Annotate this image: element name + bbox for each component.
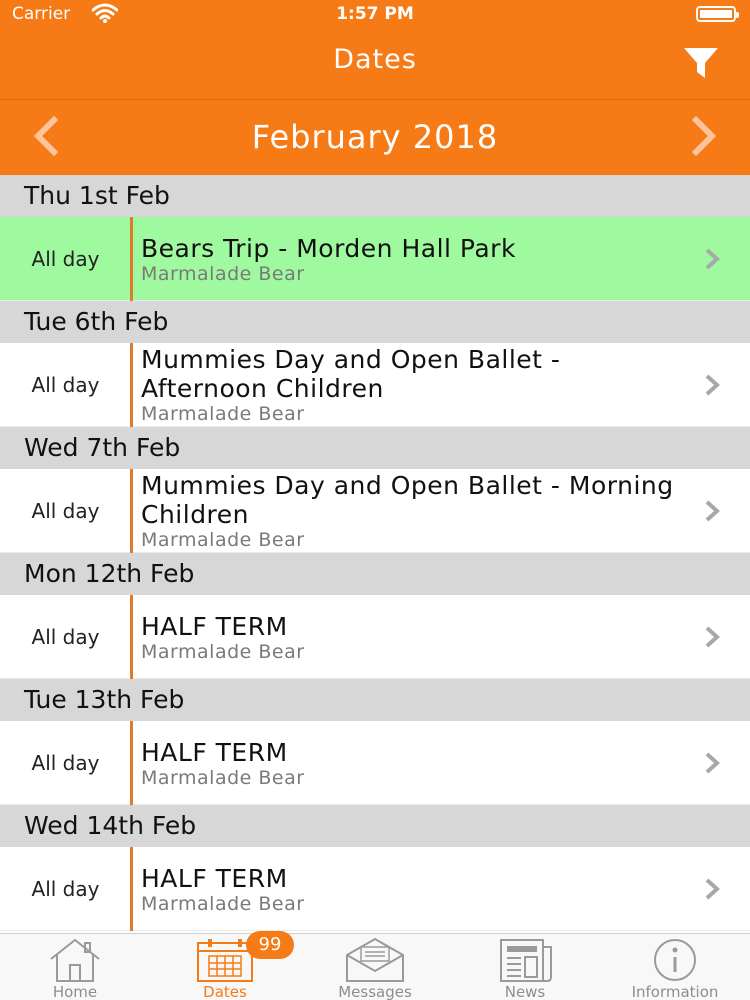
event-divider: [130, 595, 133, 679]
event-subtitle: Marmalade Bear: [141, 766, 305, 789]
newspaper-icon: [500, 939, 552, 982]
status-bar: Carrier 1:57 PM: [0, 0, 750, 28]
chevron-right-icon: [705, 500, 720, 522]
clock: 1:57 PM: [336, 4, 414, 24]
event-time: All day: [31, 247, 100, 271]
event-subtitle: Marmalade Bear: [141, 403, 305, 425]
event-time: All day: [31, 877, 100, 901]
envelope-icon: [346, 937, 404, 982]
event-row[interactable]: All day Mummies Day and Open Ballet - Mor…: [0, 469, 750, 553]
day-header: Tue 6th Feb: [0, 301, 750, 343]
event-divider: [130, 343, 133, 427]
event-time: All day: [31, 751, 100, 775]
event-divider: [130, 847, 133, 931]
day-header: Mon 12th Feb: [0, 553, 750, 595]
month-label: February 2018: [251, 118, 499, 156]
chevron-right-icon[interactable]: [682, 116, 722, 156]
home-icon: [50, 938, 100, 982]
event-divider: [130, 217, 133, 301]
event-subtitle: Marmalade Bear: [141, 262, 305, 285]
event-divider: [130, 469, 133, 553]
tab-label: Dates: [203, 983, 247, 1000]
page-title: Dates: [333, 44, 417, 75]
battery-icon: [696, 6, 739, 22]
event-title: Mummies Day and Open Ballet - Afternoon …: [141, 345, 561, 403]
tab-news[interactable]: News: [450, 934, 600, 1000]
event-body: HALF TERM Marmalade Bear: [141, 721, 690, 805]
event-subtitle: Marmalade Bear: [141, 529, 305, 551]
event-subtitle: Marmalade Bear: [141, 892, 305, 915]
event-time: All day: [31, 625, 100, 649]
event-title: Bears Trip - Morden Hall Park: [141, 233, 516, 263]
event-subtitle: Marmalade Bear: [141, 640, 305, 663]
chevron-right-icon: [705, 374, 720, 396]
event-row[interactable]: All day HALF TERM Marmalade Bear: [0, 721, 750, 805]
event-body: HALF TERM Marmalade Bear: [141, 595, 690, 679]
event-body: Bears Trip - Morden Hall Park Marmalade B…: [141, 217, 690, 301]
messages-badge: 99: [246, 931, 294, 959]
chevron-right-icon: [705, 248, 720, 270]
day-header: Tue 13th Feb: [0, 679, 750, 721]
chevron-right-icon: [705, 878, 720, 900]
filter-icon[interactable]: [682, 46, 720, 80]
tab-label: Information: [631, 983, 719, 1000]
navigation-bar: Dates: [0, 28, 750, 100]
event-divider: [130, 721, 133, 805]
event-title: HALF TERM: [141, 737, 288, 767]
event-body: Mummies Day and Open Ballet - Morning Ch…: [141, 469, 690, 553]
tab-home[interactable]: Home: [0, 934, 150, 1000]
event-list[interactable]: Thu 1st Feb All day Bears Trip - Morden Ha…: [0, 175, 750, 933]
info-icon: [654, 939, 696, 981]
tab-label: Messages: [338, 983, 412, 1000]
event-row[interactable]: All day Mummies Day and Open Ballet - Aft…: [0, 343, 750, 427]
event-title: Mummies Day and Open Ballet - Morning Ch…: [141, 471, 674, 529]
tab-information[interactable]: Information: [600, 934, 750, 1000]
event-body: Mummies Day and Open Ballet - Afternoon …: [141, 343, 690, 427]
event-body: HALF TERM Marmalade Bear: [141, 847, 690, 931]
day-header: Thu 1st Feb: [0, 175, 750, 217]
event-row[interactable]: All day HALF TERM Marmalade Bear: [0, 847, 750, 931]
chevron-right-icon: [705, 752, 720, 774]
tab-label: Home: [52, 983, 98, 1000]
day-header: Wed 7th Feb: [0, 427, 750, 469]
tab-messages[interactable]: Messages: [300, 934, 450, 1000]
event-row[interactable]: All day HALF TERM Marmalade Bear: [0, 595, 750, 679]
tab-label: News: [504, 983, 546, 1000]
event-time: All day: [31, 499, 100, 523]
day-header: Wed 14th Feb: [0, 805, 750, 847]
month-selector: February 2018: [0, 100, 750, 175]
event-title: HALF TERM: [141, 863, 288, 893]
event-time: All day: [31, 373, 100, 397]
event-row[interactable]: All day Bears Trip - Morden Hall Park Marm…: [0, 217, 750, 301]
tab-bar: Home Dates Messages News Information 99: [0, 931, 750, 1000]
event-title: HALF TERM: [141, 611, 288, 641]
chevron-right-icon: [705, 626, 720, 648]
